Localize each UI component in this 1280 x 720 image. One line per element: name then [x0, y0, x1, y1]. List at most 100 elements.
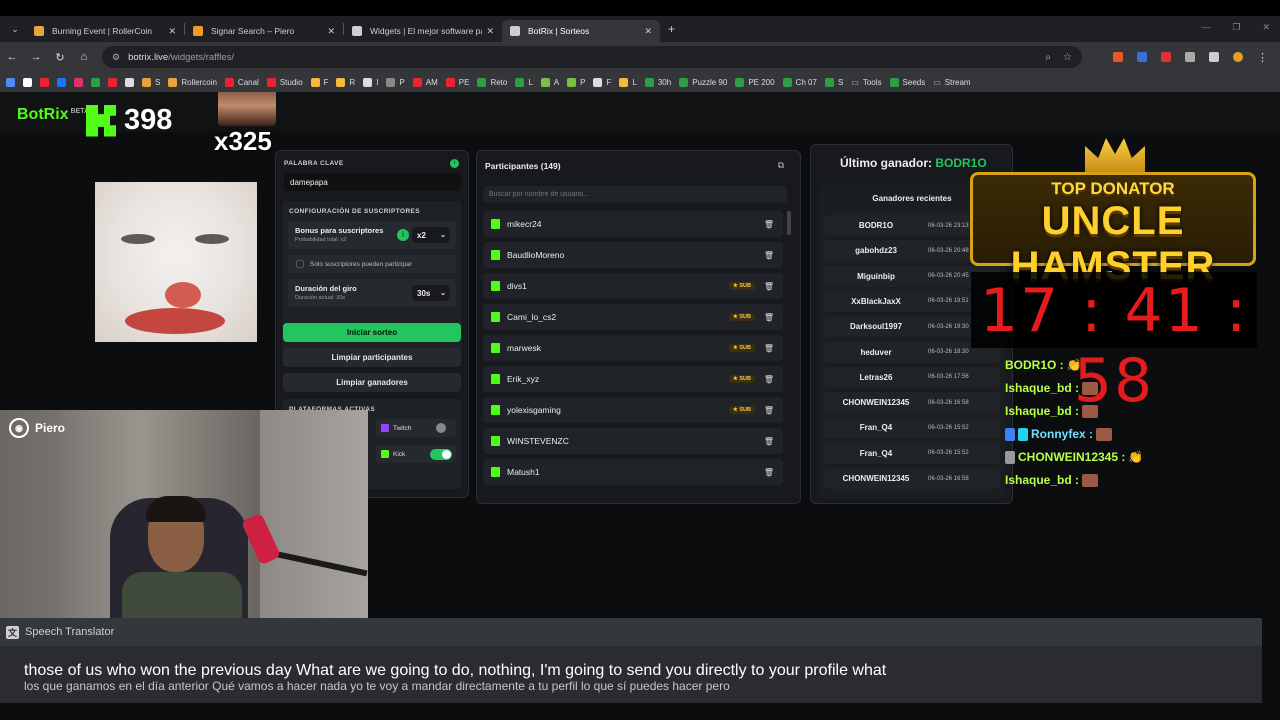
tab-close-icon[interactable]: ✕	[168, 26, 176, 37]
trash-icon[interactable]: 🗑	[763, 282, 775, 291]
address-bar[interactable]: ⚙ botrix.live/widgets/raffles/ ⌕ ☆	[102, 46, 1082, 68]
bookmark-app-icon[interactable]	[108, 77, 117, 87]
bookmark-item[interactable]: Ch 07	[782, 77, 817, 87]
sub-badge: ★ SUB	[728, 344, 755, 352]
extension-icon[interactable]	[1137, 52, 1147, 62]
bookmark-item[interactable]: L	[515, 77, 533, 87]
extension-icon[interactable]	[1161, 52, 1171, 62]
bookmark-item[interactable]: F	[593, 77, 611, 87]
minimize-icon[interactable]: —	[1201, 22, 1210, 33]
tab-botrix-sorteos[interactable]: BotRix | Sorteos ✕	[502, 20, 660, 42]
tab-rollercoin[interactable]: Burning Event | RollerCoin ✕	[26, 20, 184, 42]
trash-icon[interactable]: 🗑	[763, 220, 775, 229]
bookmark-item[interactable]: S	[824, 77, 843, 87]
badge-icon	[1005, 427, 1015, 441]
url-path: /widgets/raffles/	[168, 51, 235, 63]
bookmark-item[interactable]: PE	[445, 77, 469, 87]
bookmark-app-icon[interactable]	[125, 77, 134, 87]
clown-eye	[121, 234, 155, 244]
bookmark-item[interactable]: R	[336, 77, 355, 87]
only-subs-checkbox[interactable]	[296, 260, 304, 268]
bookmark-item[interactable]: P	[567, 77, 585, 87]
trash-icon[interactable]: 🗑	[763, 437, 775, 446]
profile-icon[interactable]	[1233, 52, 1243, 62]
bookmark-folder[interactable]: ▭ Stream	[933, 78, 970, 87]
only-subs-row[interactable]: Solo suscriptores pueden participar	[288, 255, 456, 273]
bookmark-item[interactable]: PE 200	[735, 77, 775, 87]
site-info-icon[interactable]: ⚙	[112, 52, 120, 63]
bonus-multiplier-select[interactable]: x2 ⌄	[412, 227, 450, 243]
kick-toggle[interactable]	[430, 448, 452, 460]
tab-search-button[interactable]: ⌄	[4, 20, 26, 38]
forward-icon[interactable]: →	[24, 51, 48, 63]
sub-badge: ★ SUB	[728, 375, 755, 383]
bookmark-item[interactable]: Seeds	[889, 77, 925, 87]
menu-icon[interactable]: ⋮	[1257, 51, 1268, 64]
start-raffle-button[interactable]: Iniciar sorteo	[283, 323, 461, 342]
tab-title: BotRix | Sorteos	[528, 26, 590, 36]
clear-participants-button[interactable]: Limpiar participantes	[283, 348, 461, 367]
new-tab-button[interactable]: +	[668, 22, 675, 36]
trash-icon[interactable]: 🗑	[763, 375, 775, 384]
extensions-puzzle-icon[interactable]	[1185, 52, 1195, 62]
download-icon[interactable]	[1209, 52, 1219, 62]
bookmark-item[interactable]: Reto	[477, 77, 507, 87]
reload-icon[interactable]: ↻	[48, 51, 72, 64]
back-icon[interactable]: ←	[0, 51, 24, 63]
bookmark-item[interactable]: P	[386, 77, 405, 87]
winner-name: Fran_Q4	[859, 448, 893, 458]
bookmark-item[interactable]: S	[142, 77, 160, 87]
winner-name: Darksoul1997	[849, 322, 903, 332]
trash-icon[interactable]: 🗑	[763, 406, 775, 415]
bookmark-app-icon[interactable]	[6, 77, 15, 87]
tab-close-icon[interactable]: ✕	[486, 26, 494, 37]
winner-date: 06-03-26 16:58	[928, 399, 969, 406]
tab-widgets[interactable]: Widgets | El mejor software para ✕	[344, 20, 502, 42]
bookmark-item[interactable]: Studio	[266, 77, 303, 87]
bookmark-item[interactable]: 30h	[644, 77, 671, 87]
bookmark-app-icon[interactable]	[40, 77, 49, 87]
bookmark-item[interactable]: F	[310, 77, 328, 87]
bookmark-item[interactable]: AM	[412, 77, 438, 87]
kick-icon	[491, 250, 500, 260]
extension-icon[interactable]	[1113, 52, 1123, 62]
bookmark-app-icon[interactable]	[57, 77, 66, 87]
tab-close-icon[interactable]: ✕	[327, 26, 335, 37]
bookmark-app-icon[interactable]	[91, 77, 100, 87]
zoom-icon[interactable]: ⌕	[1045, 52, 1051, 63]
sub-badge: ★ SUB	[728, 282, 755, 290]
trash-icon[interactable]: 🗑	[763, 344, 775, 353]
duration-select[interactable]: 30s ⌄	[412, 285, 450, 301]
keyword-input[interactable]: damepapa	[284, 173, 461, 191]
bookmark-app-icon[interactable]	[74, 77, 83, 87]
winner-name: Fran_Q4	[859, 423, 893, 433]
bookmark-item[interactable]: A	[540, 77, 559, 87]
maximize-icon[interactable]: ❐	[1232, 22, 1240, 33]
trash-icon[interactable]: 🗑	[763, 468, 775, 477]
twitch-toggle[interactable]	[436, 423, 446, 433]
bookmark-item[interactable]: I	[363, 77, 378, 87]
copy-icon[interactable]: ⧉	[778, 160, 784, 171]
close-window-icon[interactable]: ✕	[1262, 22, 1270, 33]
participant-search-input[interactable]: Buscar por nombre de usuario...	[483, 186, 787, 203]
info-icon[interactable]: i	[397, 229, 409, 241]
kick-icon	[491, 219, 500, 229]
trash-icon[interactable]: 🗑	[763, 313, 775, 322]
participant-scrollbar[interactable]	[787, 211, 791, 235]
bookmark-star-icon[interactable]: ☆	[1063, 52, 1072, 63]
tab-signar-search[interactable]: Signar Search – Piero ✕	[185, 20, 343, 42]
bookmark-app-icon[interactable]	[23, 77, 32, 87]
bookmark-item[interactable]: Puzzle 90	[679, 77, 727, 87]
clear-winners-button[interactable]: Limpiar ganadores	[283, 373, 461, 392]
emote-icon	[1082, 473, 1099, 487]
info-icon[interactable]: i	[450, 159, 459, 168]
tab-close-icon[interactable]: ✕	[644, 26, 652, 37]
bookmark-folder[interactable]: ▭ Tools	[851, 78, 881, 87]
home-icon[interactable]: ⌂	[72, 51, 96, 63]
clap-emote-icon: 👏	[1128, 450, 1144, 464]
bookmark-item[interactable]: Canal	[224, 77, 259, 87]
trash-icon[interactable]: 🗑	[763, 251, 775, 260]
bookmark-item[interactable]: Rollercoin	[168, 77, 217, 87]
bookmark-item[interactable]: L	[619, 77, 637, 87]
speech-translator-panel: 文 Speech Translator those of us who won …	[0, 618, 1262, 703]
